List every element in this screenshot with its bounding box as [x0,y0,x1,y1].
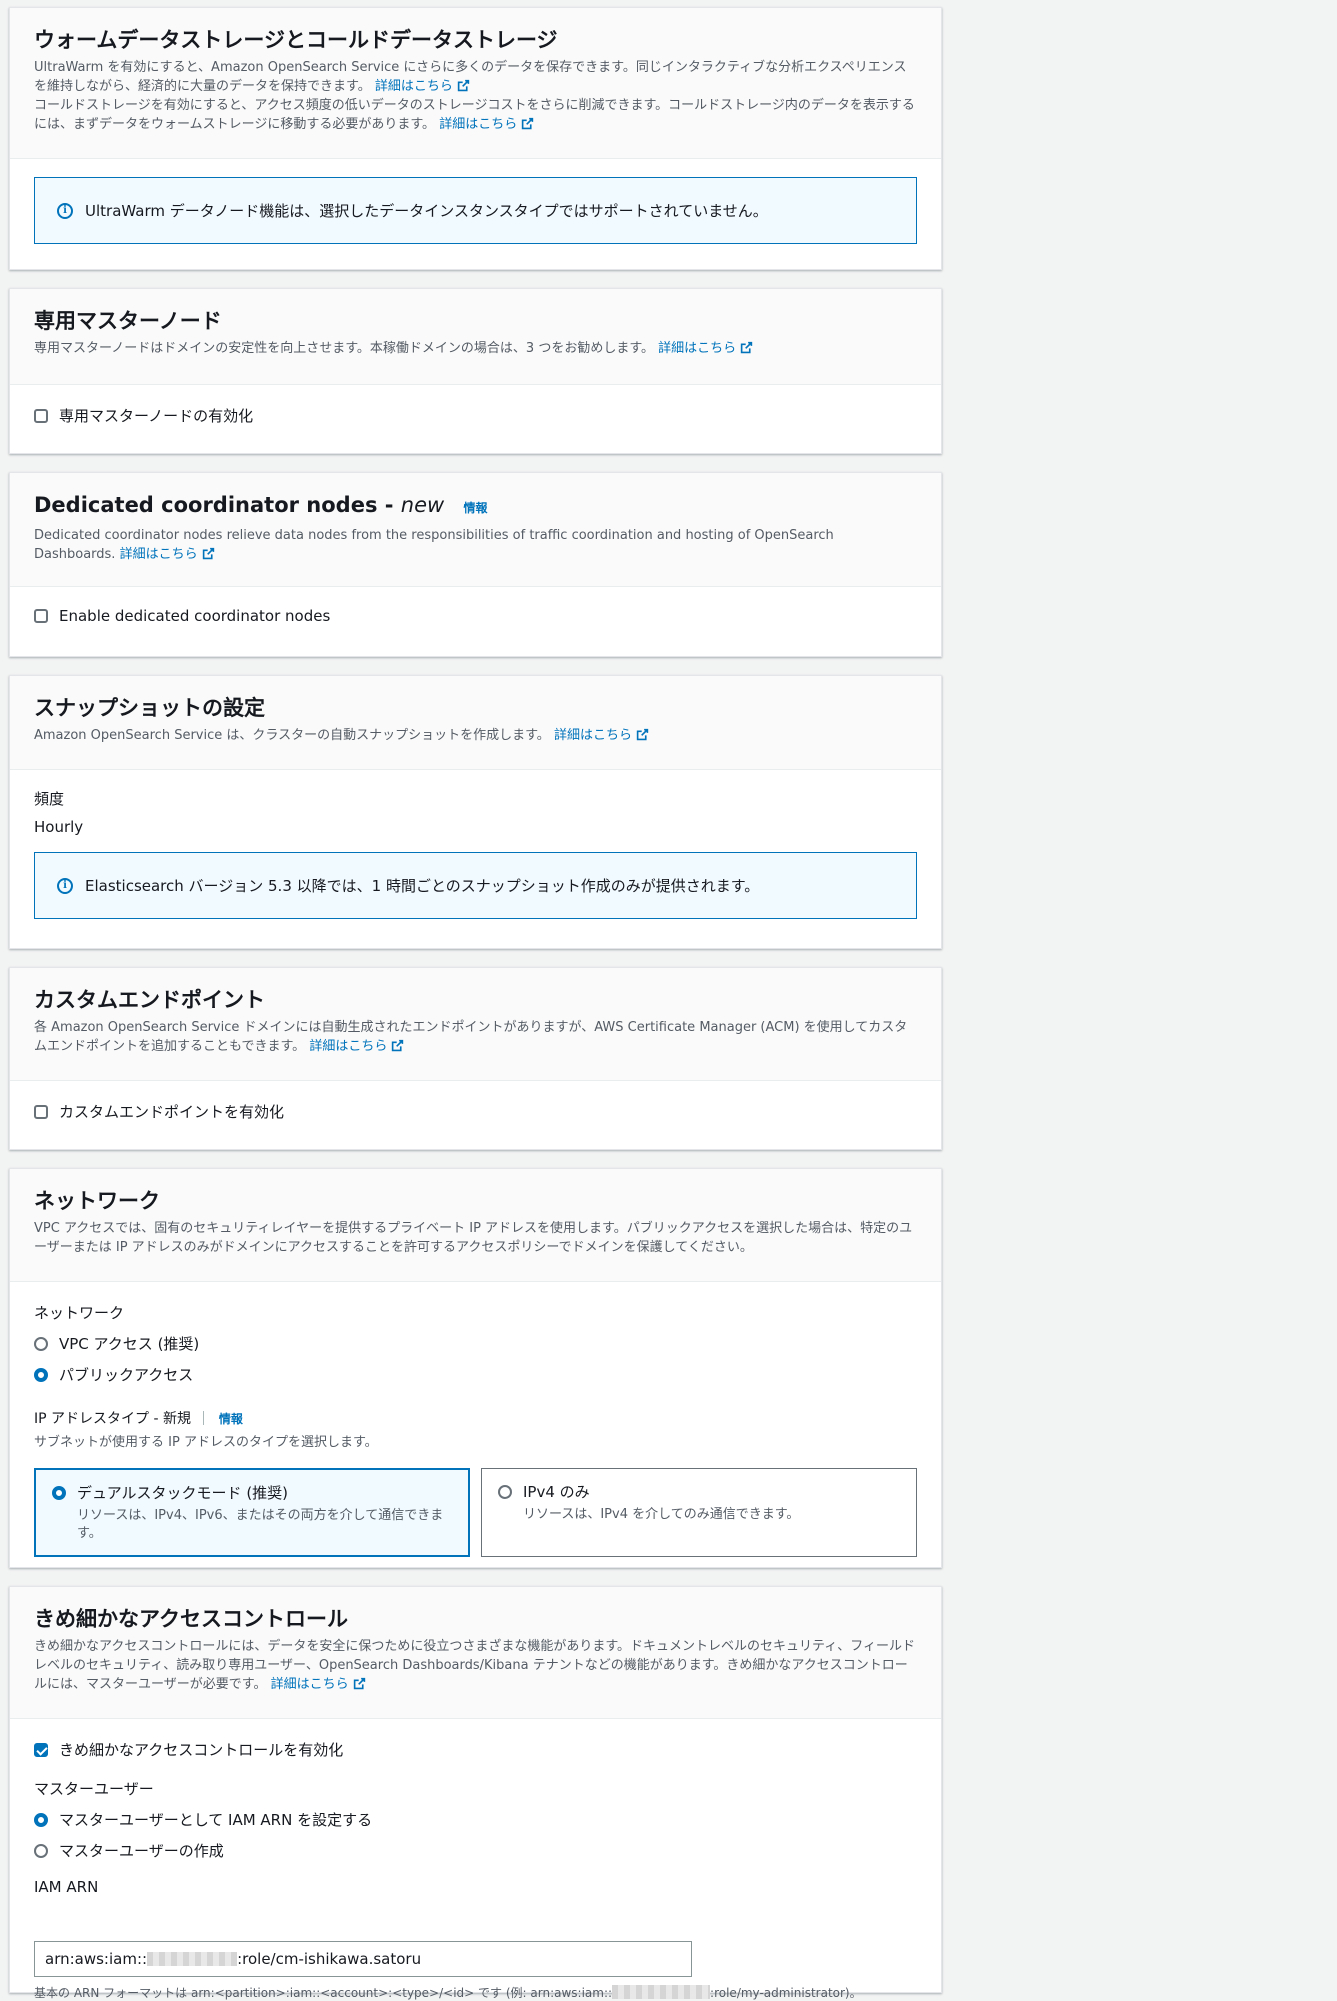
radio-set-iam-arn[interactable]: マスターユーザーとして IAM ARN を設定する [34,1809,917,1830]
external-link-icon [353,1677,365,1690]
ip-type-label: IP アドレスタイプ - 新規 情報 [34,1411,243,1427]
panel-description: きめ細かなアクセスコントロールには、データを安全に保つために役立つさまざまな機能… [34,1639,916,1692]
learn-more-link[interactable]: 詳細はこちら [658,341,753,356]
panel-header: ウォームデータストレージとコールドデータストレージ UltraWarm を有効に… [10,8,941,159]
frequency-label: 頻度 [34,790,65,808]
radio-button[interactable] [34,1336,48,1351]
iam-arn-label: IAM ARN [34,1878,99,1896]
panel-title: 専用マスターノード [34,309,222,333]
panel-header: カスタムエンドポイント 各 Amazon OpenSearch Service … [10,968,941,1081]
checkbox[interactable] [34,1104,48,1119]
learn-more-link[interactable]: 詳細はこちら [375,79,470,94]
panel-title: Dedicated coordinator nodes - new 情報 [34,493,488,517]
checkbox[interactable] [34,1742,48,1757]
enable-custom-endpoint-checkbox[interactable]: カスタムエンドポイントを有効化 [34,1101,917,1122]
master-user-label: マスターユーザー [34,1780,154,1798]
radio-button[interactable] [498,1484,512,1499]
enable-fgac-checkbox[interactable]: きめ細かなアクセスコントロールを有効化 [34,1739,917,1760]
learn-more-link[interactable]: 詳細はこちら [271,1677,366,1692]
learn-more-link[interactable]: 詳細はこちら [120,547,215,562]
panel-body: カスタムエンドポイントを有効化 [10,1081,941,1140]
redacted-account-id [612,1985,711,1999]
warm-cold-storage-panel: ウォームデータストレージとコールドデータストレージ UltraWarm を有効に… [9,7,942,270]
panel-title: スナップショットの設定 [34,696,265,720]
redacted-account-id [147,1952,238,1966]
radio-button[interactable] [34,1843,48,1858]
panel-description: 専用マスターノードはドメインの安定性を向上させます。本稼働ドメインの場合は、3 … [34,339,917,358]
info-icon: i [57,877,73,894]
radio-button[interactable] [34,1812,48,1827]
panel-title: カスタムエンドポイント [34,988,265,1012]
external-link-icon [741,341,753,354]
alert-text: Elasticsearch バージョン 5.3 以降では、1 時間ごとのスナップ… [85,877,760,895]
iam-arn-hint: 基本の ARN フォーマットは arn:<partition>:iam::<ac… [34,1985,862,2000]
panel-title: ウォームデータストレージとコールドデータストレージ [34,28,558,52]
panel-body: ネットワーク VPC アクセス (推奨) パブリックアクセス IP アドレスタイ… [10,1282,941,1567]
enable-dedicated-master-checkbox[interactable]: 専用マスターノードの有効化 [34,405,917,426]
checkbox[interactable] [34,408,48,423]
panel-header: スナップショットの設定 Amazon OpenSearch Service は、… [10,676,941,770]
learn-more-link[interactable]: 詳細はこちら [439,117,534,132]
info-alert: i UltraWarm データノード機能は、選択したデータインスタンスタイプでは… [34,177,917,244]
info-alert: i Elasticsearch バージョン 5.3 以降では、1 時間ごとのスナ… [34,852,917,919]
external-link-icon [522,117,534,130]
snapshot-panel: スナップショットの設定 Amazon OpenSearch Service は、… [9,675,942,949]
tile-ipv4-only[interactable]: IPv4 のみ リソースは、IPv4 を介してのみ通信できます。 [481,1468,917,1557]
enable-coordinator-nodes-checkbox[interactable]: Enable dedicated coordinator nodes [34,607,917,625]
checkbox[interactable] [34,609,48,623]
info-link[interactable]: 情報 [219,1412,243,1426]
dedicated-master-panel: 専用マスターノード 専用マスターノードはドメインの安定性を向上させます。本稼働ド… [9,288,942,454]
panel-description: UltraWarm を有効にすると、Amazon OpenSearch Serv… [34,60,915,132]
panel-description: Amazon OpenSearch Service は、クラスターの自動スナップ… [34,726,917,745]
learn-more-link[interactable]: 詳細はこちら [554,728,649,743]
panel-body: 頻度 Hourly i Elasticsearch バージョン 5.3 以降では… [10,770,941,937]
info-link[interactable]: 情報 [464,501,488,515]
external-link-icon [636,728,649,741]
panel-body: i UltraWarm データノード機能は、選択したデータインスタンスタイプでは… [10,159,941,262]
tile-dual-stack[interactable]: デュアルスタックモード (推奨) リソースは、IPv4、IPv6、またはその両方… [34,1468,470,1557]
radio-button[interactable] [52,1485,66,1500]
panel-header: ネットワーク VPC アクセスでは、固有のセキュリティレイヤーを提供するプライベ… [10,1169,941,1282]
external-link-icon [457,79,470,92]
radio-create-master-user[interactable]: マスターユーザーの作成 [34,1840,917,1861]
frequency-value: Hourly [34,818,84,836]
panel-body: Enable dedicated coordinator nodes [10,587,941,643]
radio-vpc-access[interactable]: VPC アクセス (推奨) [34,1333,917,1354]
info-icon: i [57,202,73,219]
panel-header: 専用マスターノード 専用マスターノードはドメインの安定性を向上させます。本稼働ド… [10,289,941,385]
panel-description: Dedicated coordinator nodes relieve data… [34,528,834,562]
radio-button[interactable] [34,1367,48,1382]
network-label: ネットワーク [34,1304,125,1322]
network-panel: ネットワーク VPC アクセスでは、固有のセキュリティレイヤーを提供するプライベ… [9,1168,942,1568]
radio-public-access[interactable]: パブリックアクセス [34,1364,917,1385]
panel-title: ネットワーク [34,1189,160,1213]
panel-description: 各 Amazon OpenSearch Service ドメインには自動生成され… [34,1020,908,1054]
panel-description: VPC アクセスでは、固有のセキュリティレイヤーを提供するプライベート IP ア… [34,1221,913,1255]
panel-body: きめ細かなアクセスコントロールを有効化 マスターユーザー マスターユーザーとして… [10,1719,941,2000]
custom-endpoint-panel: カスタムエンドポイント 各 Amazon OpenSearch Service … [9,967,942,1150]
alert-text: UltraWarm データノード機能は、選択したデータインスタンスタイプではサポ… [85,202,768,220]
ip-type-description: サブネットが使用する IP アドレスのタイプを選択します。 [34,1435,378,1450]
panel-body: 専用マスターノードの有効化 [10,385,941,444]
coordinator-nodes-panel: Dedicated coordinator nodes - new 情報 Ded… [9,472,942,657]
panel-header: きめ細かなアクセスコントロール きめ細かなアクセスコントロールには、データを安全… [10,1587,941,1719]
divider [203,1411,205,1425]
learn-more-link[interactable]: 詳細はこちら [309,1039,404,1054]
page: ウォームデータストレージとコールドデータストレージ UltraWarm を有効に… [0,0,1337,2000]
fine-grained-access-panel: きめ細かなアクセスコントロール きめ細かなアクセスコントロールには、データを安全… [9,1586,942,2000]
external-link-icon [202,547,214,560]
panel-title: きめ細かなアクセスコントロール [34,1607,348,1631]
external-link-icon [392,1039,404,1052]
iam-arn-input[interactable]: arn:aws:iam:::role/cm-ishikawa.satoru [34,1941,692,1977]
panel-header: Dedicated coordinator nodes - new 情報 Ded… [10,473,941,587]
